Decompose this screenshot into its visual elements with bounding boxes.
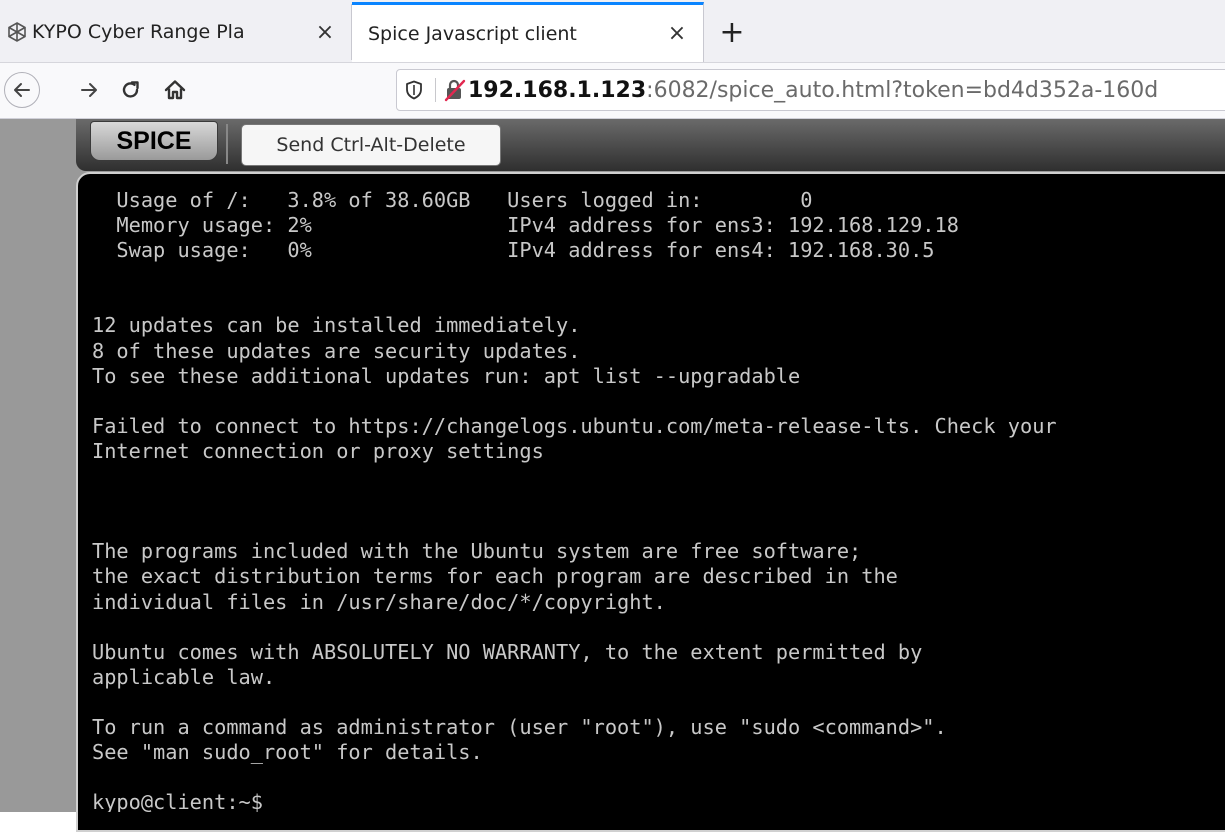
forward-button[interactable] [70,71,108,109]
insecure-connection-lock-icon[interactable] [442,70,468,110]
back-arrow-icon [14,83,30,97]
terminal-line: the exact distribution terms for each pr… [92,564,898,589]
home-icon [164,80,186,100]
tab-title: Spice Javascript client [368,22,577,45]
new-tab-button[interactable]: + [712,10,752,54]
terminal-line: kypo@client:~$ [92,790,276,812]
terminal-line: Ubuntu comes with ABSOLUTELY NO WARRANTY… [92,639,923,664]
terminal-line: See "man sudo_root" for details. [92,740,483,765]
tab-title: KYPO Cyber Range Pla [32,21,245,43]
terminal-line: To see these additional updates run: apt… [92,363,801,388]
url-separator [435,78,436,102]
close-tab-icon[interactable]: × [661,18,693,50]
navigation-bar: 192.168.1.123:6082/spice_auto.html?token… [0,63,1225,119]
url-bar[interactable]: 192.168.1.123:6082/spice_auto.html?token… [396,69,1225,111]
back-button[interactable] [4,72,40,108]
terminal-line: Usage of /: 3.8% of 38.60GB Users logged… [92,188,813,212]
toolbar-divider [226,124,228,164]
terminal-line: To run a command as administrator (user … [92,714,947,739]
url-path: :6082/spice_auto.html?token=bd4d352a-160… [646,77,1159,103]
remote-terminal[interactable]: Usage of /: 3.8% of 38.60GB Users logged… [92,188,1225,812]
send-ctrl-alt-delete-button[interactable]: Send Ctrl-Alt-Delete [241,124,501,166]
tab-strip: KYPO Cyber Range Pla × Spice Javascript … [0,0,1225,63]
spice-logo[interactable]: SPICE [90,121,218,161]
close-tab-icon[interactable]: × [309,16,341,48]
home-button[interactable] [156,71,194,109]
terminal-line: Memory usage: 2% IPv4 address for ens3: … [92,213,959,238]
terminal-line: Internet connection or proxy settings [92,438,544,463]
kypo-logo-icon [6,21,28,43]
terminal-line: Swap usage: 0% IPv4 address for ens4: 19… [92,238,935,263]
terminal-line: The programs included with the Ubuntu sy… [92,539,862,564]
tracking-protection-shield-icon[interactable] [397,70,431,110]
reload-icon [122,81,139,98]
tab-kypo[interactable]: KYPO Cyber Range Pla × [0,4,352,60]
reload-button[interactable] [112,71,150,109]
tab-spice-client[interactable]: Spice Javascript client × [352,2,704,62]
url-host: 192.168.1.123 [468,77,647,103]
terminal-line: individual files in /usr/share/doc/*/cop… [92,589,666,614]
terminal-line: applicable law. [92,664,276,689]
terminal-line: Failed to connect to https://changelogs.… [92,413,1057,438]
forward-arrow-icon [81,83,97,97]
url-text: 192.168.1.123:6082/spice_auto.html?token… [468,78,1158,103]
terminal-line: 12 updates can be installed immediately. [92,313,581,338]
terminal-line: 8 of these updates are security updates. [92,338,581,363]
